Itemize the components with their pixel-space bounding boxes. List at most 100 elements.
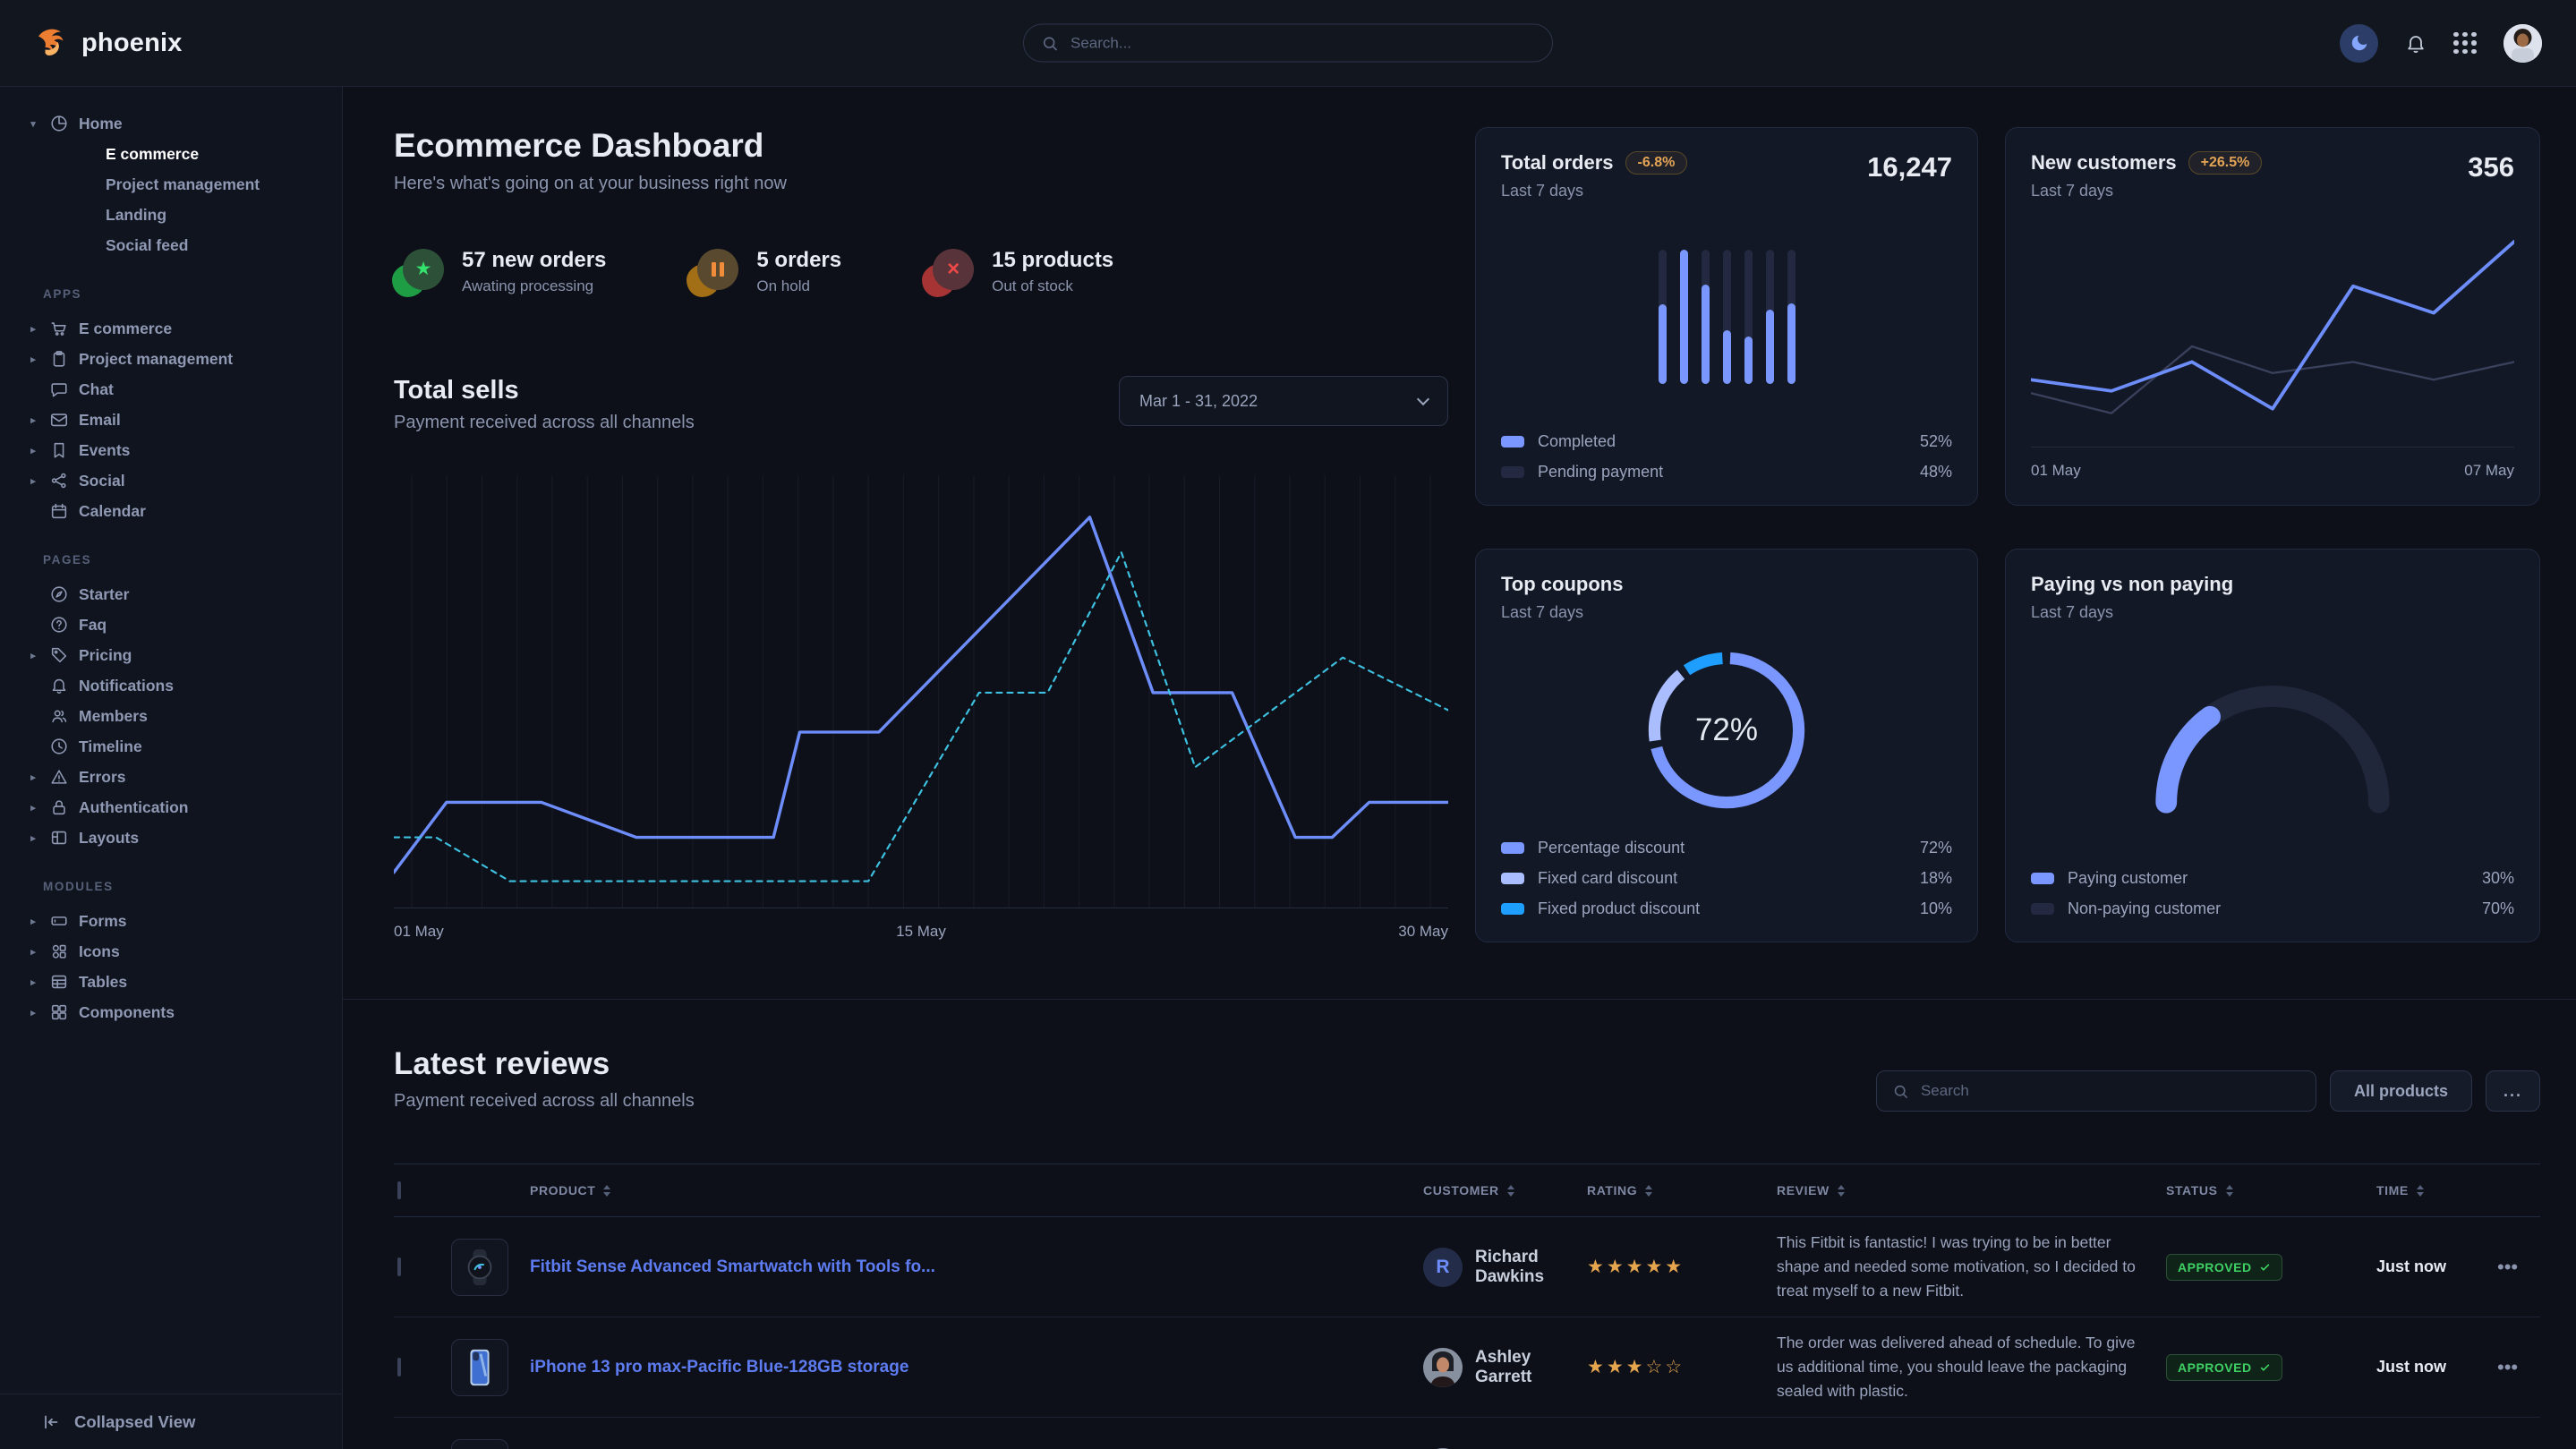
legend-row: Non-paying customer70% [2031, 899, 2514, 918]
all-products-button[interactable]: All products [2330, 1070, 2472, 1112]
reviews-search-input[interactable] [1921, 1082, 2300, 1100]
collapse-view-button[interactable]: Collapsed View [0, 1394, 342, 1449]
date-range-select[interactable]: Mar 1 - 31, 2022 [1119, 376, 1448, 426]
table-row [394, 1418, 2540, 1449]
caret-icon: ▾ [27, 118, 39, 130]
sidebar-item-label: Events [79, 441, 130, 460]
row-checkbox[interactable] [397, 1257, 401, 1276]
caret-icon: ▸ [27, 771, 39, 783]
sidebar-item-label: Tables [79, 973, 127, 992]
product-link[interactable]: iPhone 13 pro max-Pacific Blue-128GB sto… [530, 1358, 908, 1377]
product-thumbnail[interactable] [451, 1239, 508, 1296]
bar-track [1702, 250, 1710, 384]
sidebar-item-e-commerce[interactable]: ▸E commerce [27, 313, 342, 344]
sidebar-item-label: Home [79, 115, 123, 133]
total-sells-title: Total sells [394, 376, 695, 405]
customer-cell[interactable]: RRichard Dawkins [1423, 1248, 1587, 1287]
product-image-phone [459, 1347, 500, 1388]
global-search[interactable] [1023, 24, 1553, 63]
product-link[interactable]: Fitbit Sense Advanced Smartwatch with To… [530, 1257, 935, 1277]
reviews-search[interactable] [1876, 1070, 2316, 1112]
phoenix-logo-icon [34, 25, 70, 61]
sidebar-item-home[interactable]: ▾ Home [27, 108, 342, 139]
column-header-customer[interactable]: CUSTOMER [1423, 1183, 1587, 1198]
legend-row: Pending payment48% [1501, 463, 1952, 482]
select-all-checkbox[interactable] [397, 1181, 401, 1199]
column-header-time[interactable]: TIME [2376, 1183, 2497, 1198]
customer-cell[interactable]: Ashley Garrett [1423, 1348, 1587, 1387]
caret-icon: ▸ [27, 802, 39, 814]
sidebar: ▾HomeE commerceProject managementLanding… [0, 87, 343, 1449]
row-checkbox[interactable] [397, 1358, 401, 1377]
sidebar-item-components[interactable]: ▸Components [27, 997, 342, 1027]
new-customers-x-axis: 01 May07 May [2031, 462, 2514, 482]
check-icon [2259, 1261, 2271, 1273]
bell-icon [48, 675, 70, 696]
sidebar-item-authentication[interactable]: ▸Authentication [27, 792, 342, 823]
sort-icon [603, 1185, 610, 1197]
orders-bar-chart [1501, 200, 1952, 432]
collapse-view-label: Collapsed View [74, 1412, 195, 1432]
stat-item: 5 ordersOn hold [688, 248, 841, 295]
sidebar-item-starter[interactable]: Starter [27, 579, 342, 609]
sidebar-item-tables[interactable]: ▸Tables [27, 967, 342, 997]
sidebar-item-errors[interactable]: ▸Errors [27, 762, 342, 792]
sidebar-section-label: PAGES [43, 553, 342, 567]
row-menu-button[interactable]: ••• [2497, 1356, 2540, 1379]
sidebar-item-email[interactable]: ▸Email [27, 405, 342, 435]
sidebar-item-chat[interactable]: Chat [27, 374, 342, 405]
card-title: Top coupons [1501, 573, 1623, 596]
sidebar-item-calendar[interactable]: Calendar [27, 496, 342, 526]
sidebar-item-project-management[interactable]: ▸Project management [27, 344, 342, 374]
avatar-image [2503, 24, 2542, 63]
user-avatar[interactable] [2503, 24, 2542, 63]
total-sells-chart [394, 469, 1448, 908]
legend-value: 10% [1920, 899, 1952, 918]
trend-badge: -6.8% [1625, 151, 1688, 175]
apps-menu-button[interactable] [2453, 32, 2477, 55]
page-subtitle: Here's what's going on at your business … [394, 174, 1448, 194]
legend-label: Non-paying customer [2068, 899, 2221, 918]
global-search-input[interactable] [1070, 34, 1535, 52]
bar-track [1723, 250, 1731, 384]
bar-track [1744, 250, 1753, 384]
orders-legend: Completed52%Pending payment48% [1501, 432, 1952, 482]
sidebar-subitem-e-commerce[interactable]: E commerce [27, 139, 342, 169]
sidebar-subitem-project-management[interactable]: Project management [27, 169, 342, 200]
more-options-button[interactable]: ... [2486, 1070, 2540, 1112]
column-header-status[interactable]: STATUS [2166, 1183, 2376, 1198]
card-period: Last 7 days [2031, 603, 2233, 622]
sidebar-item-faq[interactable]: Faq [27, 609, 342, 640]
sidebar-item-label: E commerce [79, 320, 172, 338]
rating-stars: ★★★☆☆ [1587, 1357, 1685, 1377]
chevron-down-icon [1417, 392, 1429, 405]
column-header-product[interactable]: PRODUCT [451, 1183, 1423, 1198]
trend-badge: +26.5% [2188, 151, 2263, 175]
sidebar-item-members[interactable]: Members [27, 701, 342, 731]
theme-toggle-button[interactable] [2340, 24, 2378, 63]
sidebar-item-layouts[interactable]: ▸Layouts [27, 823, 342, 853]
brand[interactable]: phoenix [34, 25, 183, 61]
cart-icon [48, 318, 70, 339]
sidebar-subitem-landing[interactable]: Landing [27, 200, 342, 230]
sidebar-item-timeline[interactable]: Timeline [27, 731, 342, 762]
bar-track [1766, 250, 1774, 384]
sidebar-item-notifications[interactable]: Notifications [27, 670, 342, 701]
bar-fill [1723, 330, 1731, 384]
legend-swatch [2031, 873, 2054, 884]
sidebar-item-events[interactable]: ▸Events [27, 435, 342, 465]
sidebar-item-pricing[interactable]: ▸Pricing [27, 640, 342, 670]
legend-label: Completed [1538, 432, 1616, 451]
sidebar-subitem-social-feed[interactable]: Social feed [27, 230, 342, 260]
notifications-button[interactable] [2405, 32, 2427, 54]
sidebar-item-social[interactable]: ▸Social [27, 465, 342, 496]
sidebar-item-forms[interactable]: ▸Forms [27, 906, 342, 936]
sidebar-item-icons[interactable]: ▸Icons [27, 936, 342, 967]
row-menu-button[interactable]: ••• [2497, 1256, 2540, 1279]
column-header-review[interactable]: REVIEW [1777, 1183, 2166, 1198]
column-header-rating[interactable]: RATING [1587, 1183, 1777, 1198]
product-thumbnail[interactable] [451, 1339, 508, 1396]
legend-row: Fixed product discount10% [1501, 899, 1952, 918]
sidebar-item-label: Notifications [79, 677, 174, 695]
product-thumbnail[interactable] [451, 1439, 508, 1449]
